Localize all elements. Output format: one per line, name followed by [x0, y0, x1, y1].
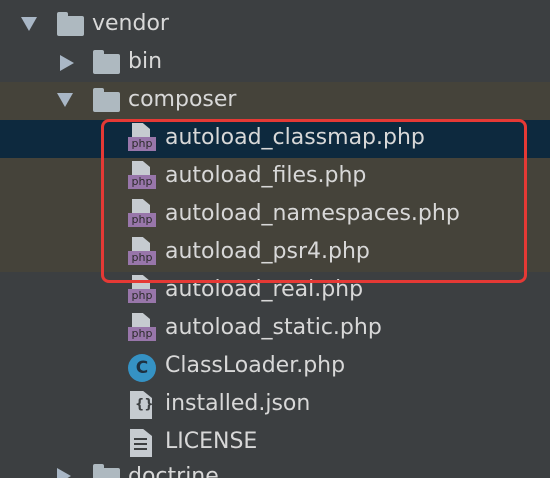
- chevron-right-icon[interactable]: [57, 468, 71, 478]
- file-classloader[interactable]: C ClassLoader.php: [0, 348, 550, 386]
- json-file-icon: {}: [130, 391, 152, 419]
- tree-item-composer[interactable]: composer: [0, 82, 550, 120]
- file-autoload-static[interactable]: php autoload_static.php: [0, 310, 550, 348]
- chevron-down-icon[interactable]: [57, 93, 73, 107]
- folder-icon: [93, 464, 120, 478]
- file-label: LICENSE: [165, 429, 258, 454]
- file-label: autoload_static.php: [165, 315, 382, 340]
- tree-item-label: bin: [128, 49, 163, 74]
- tree-item-doctrine[interactable]: doctrine: [0, 462, 550, 478]
- text-file-icon: [130, 429, 152, 457]
- highlight-annotation-box: [101, 119, 527, 283]
- folder-icon: [57, 12, 84, 36]
- tree-item-label: doctrine: [128, 464, 219, 478]
- php-file-icon: php: [128, 313, 158, 345]
- tree-item-bin[interactable]: bin: [0, 44, 550, 82]
- tree-item-vendor[interactable]: vendor: [0, 6, 550, 44]
- folder-icon: [93, 50, 120, 74]
- tree-item-label: vendor: [92, 11, 169, 36]
- tree-item-label: composer: [128, 87, 237, 112]
- file-label: ClassLoader.php: [165, 353, 346, 378]
- file-label: installed.json: [165, 391, 311, 416]
- folder-icon: [93, 88, 120, 112]
- file-installed-json[interactable]: {} installed.json: [0, 386, 550, 424]
- chevron-right-icon[interactable]: [60, 55, 74, 71]
- window-top-edge: [0, 0, 550, 4]
- chevron-down-icon[interactable]: [21, 17, 37, 31]
- class-icon: C: [128, 354, 156, 382]
- file-license[interactable]: LICENSE: [0, 424, 550, 462]
